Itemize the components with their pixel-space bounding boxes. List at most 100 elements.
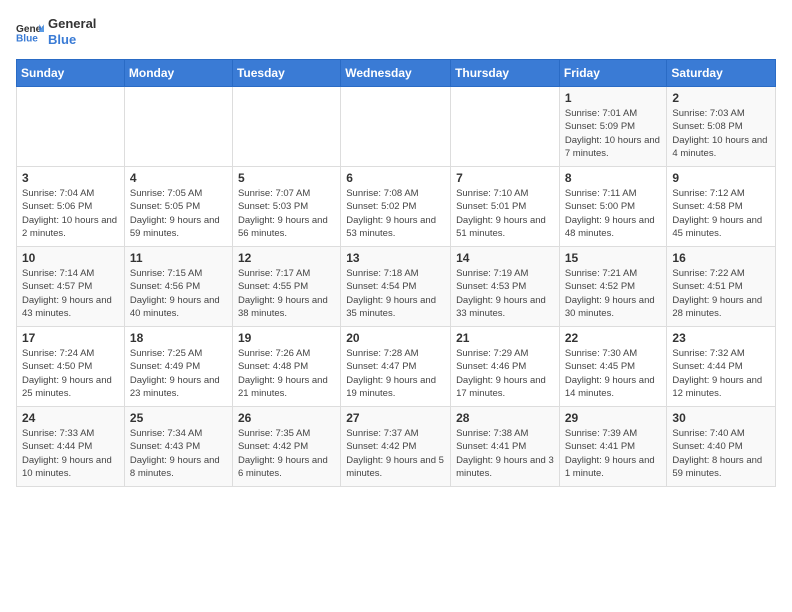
day-info: Sunrise: 7:15 AM Sunset: 4:56 PM Dayligh… — [130, 267, 227, 320]
day-number: 15 — [565, 251, 662, 265]
day-number: 1 — [565, 91, 662, 105]
calendar-cell: 19 Sunrise: 7:26 AM Sunset: 4:48 PM Dayli… — [232, 327, 340, 407]
day-number: 27 — [346, 411, 445, 425]
calendar-cell: 23Sunrise: 7:32 AM Sunset: 4:44 PM Dayli… — [667, 327, 776, 407]
day-info: Sunrise: 7:18 AM Sunset: 4:54 PM Dayligh… — [346, 267, 445, 320]
calendar-cell: 9 Sunrise: 7:12 AM Sunset: 4:58 PM Daylig… — [667, 167, 776, 247]
day-info: Sunrise: 7:05 AM Sunset: 5:05 PM Dayligh… — [130, 187, 227, 240]
calendar-cell — [124, 87, 232, 167]
header-saturday: Saturday — [667, 60, 776, 87]
calendar-cell: 29 Sunrise: 7:39 AM Sunset: 4:41 PM Dayli… — [559, 407, 667, 487]
calendar-cell: 5Sunrise: 7:07 AM Sunset: 5:03 PM Daylig… — [232, 167, 340, 247]
day-info: Sunrise: 7:38 AM Sunset: 4:41 PM Dayligh… — [456, 427, 554, 480]
day-info: Sunrise: 7:04 AM Sunset: 5:06 PM Dayligh… — [22, 187, 119, 240]
day-info: Sunrise: 7:10 AM Sunset: 5:01 PM Dayligh… — [456, 187, 554, 240]
calendar-cell: 3Sunrise: 7:04 AM Sunset: 5:06 PM Daylig… — [17, 167, 125, 247]
calendar-week-5: 24 Sunrise: 7:33 AM Sunset: 4:44 PM Dayli… — [17, 407, 776, 487]
day-number: 17 — [22, 331, 119, 345]
day-number: 9 — [672, 171, 770, 185]
calendar-cell — [17, 87, 125, 167]
day-info: Sunrise: 7:08 AM Sunset: 5:02 PM Dayligh… — [346, 187, 445, 240]
day-info: Sunrise: 7:14 AM Sunset: 4:57 PM Dayligh… — [22, 267, 119, 320]
calendar-cell: 27 Sunrise: 7:37 AM Sunset: 4:42 PM Dayli… — [341, 407, 451, 487]
day-info: Sunrise: 7:11 AM Sunset: 5:00 PM Dayligh… — [565, 187, 662, 240]
logo-blue: Blue — [48, 32, 96, 48]
day-info: Sunrise: 7:32 AM Sunset: 4:44 PM Dayligh… — [672, 347, 770, 400]
day-info: Sunrise: 7:17 AM Sunset: 4:55 PM Dayligh… — [238, 267, 335, 320]
calendar-cell — [232, 87, 340, 167]
day-number: 14 — [456, 251, 554, 265]
calendar-cell: 7 Sunrise: 7:10 AM Sunset: 5:01 PM Daylig… — [451, 167, 560, 247]
day-number: 24 — [22, 411, 119, 425]
calendar-cell: 2 Sunrise: 7:03 AM Sunset: 5:08 PM Daylig… — [667, 87, 776, 167]
logo-icon: General Blue — [16, 21, 44, 43]
day-info: Sunrise: 7:03 AM Sunset: 5:08 PM Dayligh… — [672, 107, 770, 160]
day-number: 22 — [565, 331, 662, 345]
day-number: 5 — [238, 171, 335, 185]
calendar-cell: 22 Sunrise: 7:30 AM Sunset: 4:45 PM Dayli… — [559, 327, 667, 407]
calendar-cell: 21Sunrise: 7:29 AM Sunset: 4:46 PM Dayli… — [451, 327, 560, 407]
logo-general: General — [48, 16, 96, 32]
header-sunday: Sunday — [17, 60, 125, 87]
day-info: Sunrise: 7:28 AM Sunset: 4:47 PM Dayligh… — [346, 347, 445, 400]
day-number: 6 — [346, 171, 445, 185]
calendar-cell: 20 Sunrise: 7:28 AM Sunset: 4:47 PM Dayli… — [341, 327, 451, 407]
day-number: 12 — [238, 251, 335, 265]
calendar-cell: 11Sunrise: 7:15 AM Sunset: 4:56 PM Dayli… — [124, 247, 232, 327]
day-info: Sunrise: 7:37 AM Sunset: 4:42 PM Dayligh… — [346, 427, 445, 480]
day-info: Sunrise: 7:35 AM Sunset: 4:42 PM Dayligh… — [238, 427, 335, 480]
svg-text:Blue: Blue — [16, 33, 38, 43]
day-info: Sunrise: 7:39 AM Sunset: 4:41 PM Dayligh… — [565, 427, 662, 480]
day-number: 26 — [238, 411, 335, 425]
day-number: 16 — [672, 251, 770, 265]
day-number: 28 — [456, 411, 554, 425]
day-number: 18 — [130, 331, 227, 345]
calendar-header-row: SundayMondayTuesdayWednesdayThursdayFrid… — [17, 60, 776, 87]
day-number: 20 — [346, 331, 445, 345]
day-number: 21 — [456, 331, 554, 345]
calendar-cell: 12 Sunrise: 7:17 AM Sunset: 4:55 PM Dayli… — [232, 247, 340, 327]
calendar-cell: 15 Sunrise: 7:21 AM Sunset: 4:52 PM Dayli… — [559, 247, 667, 327]
calendar-cell: 26 Sunrise: 7:35 AM Sunset: 4:42 PM Dayli… — [232, 407, 340, 487]
calendar-cell: 16 Sunrise: 7:22 AM Sunset: 4:51 PM Dayli… — [667, 247, 776, 327]
calendar-cell: 14Sunrise: 7:19 AM Sunset: 4:53 PM Dayli… — [451, 247, 560, 327]
day-number: 29 — [565, 411, 662, 425]
header-tuesday: Tuesday — [232, 60, 340, 87]
day-info: Sunrise: 7:22 AM Sunset: 4:51 PM Dayligh… — [672, 267, 770, 320]
logo: General Blue General Blue — [16, 16, 96, 47]
calendar-cell: 13Sunrise: 7:18 AM Sunset: 4:54 PM Dayli… — [341, 247, 451, 327]
header: General Blue General Blue — [16, 16, 776, 47]
day-info: Sunrise: 7:01 AM Sunset: 5:09 PM Dayligh… — [565, 107, 662, 160]
calendar-cell: 28 Sunrise: 7:38 AM Sunset: 4:41 PM Dayli… — [451, 407, 560, 487]
day-info: Sunrise: 7:33 AM Sunset: 4:44 PM Dayligh… — [22, 427, 119, 480]
calendar-cell — [451, 87, 560, 167]
calendar-cell: 4 Sunrise: 7:05 AM Sunset: 5:05 PM Daylig… — [124, 167, 232, 247]
header-wednesday: Wednesday — [341, 60, 451, 87]
day-info: Sunrise: 7:21 AM Sunset: 4:52 PM Dayligh… — [565, 267, 662, 320]
calendar-cell: 1 Sunrise: 7:01 AM Sunset: 5:09 PM Daylig… — [559, 87, 667, 167]
calendar-cell: 6 Sunrise: 7:08 AM Sunset: 5:02 PM Daylig… — [341, 167, 451, 247]
calendar-week-4: 17 Sunrise: 7:24 AM Sunset: 4:50 PM Dayli… — [17, 327, 776, 407]
calendar-cell: 25Sunrise: 7:34 AM Sunset: 4:43 PM Dayli… — [124, 407, 232, 487]
day-info: Sunrise: 7:26 AM Sunset: 4:48 PM Dayligh… — [238, 347, 335, 400]
day-info: Sunrise: 7:12 AM Sunset: 4:58 PM Dayligh… — [672, 187, 770, 240]
day-number: 19 — [238, 331, 335, 345]
header-friday: Friday — [559, 60, 667, 87]
day-number: 4 — [130, 171, 227, 185]
day-number: 30 — [672, 411, 770, 425]
day-info: Sunrise: 7:24 AM Sunset: 4:50 PM Dayligh… — [22, 347, 119, 400]
day-number: 7 — [456, 171, 554, 185]
calendar-cell: 24 Sunrise: 7:33 AM Sunset: 4:44 PM Dayli… — [17, 407, 125, 487]
day-number: 10 — [22, 251, 119, 265]
calendar-cell: 8 Sunrise: 7:11 AM Sunset: 5:00 PM Daylig… — [559, 167, 667, 247]
calendar-cell: 18 Sunrise: 7:25 AM Sunset: 4:49 PM Dayli… — [124, 327, 232, 407]
day-info: Sunrise: 7:25 AM Sunset: 4:49 PM Dayligh… — [130, 347, 227, 400]
day-number: 2 — [672, 91, 770, 105]
calendar-cell: 30Sunrise: 7:40 AM Sunset: 4:40 PM Dayli… — [667, 407, 776, 487]
day-info: Sunrise: 7:30 AM Sunset: 4:45 PM Dayligh… — [565, 347, 662, 400]
day-number: 8 — [565, 171, 662, 185]
calendar-cell: 10 Sunrise: 7:14 AM Sunset: 4:57 PM Dayli… — [17, 247, 125, 327]
calendar-week-1: 1 Sunrise: 7:01 AM Sunset: 5:09 PM Daylig… — [17, 87, 776, 167]
calendar-week-2: 3Sunrise: 7:04 AM Sunset: 5:06 PM Daylig… — [17, 167, 776, 247]
day-number: 25 — [130, 411, 227, 425]
